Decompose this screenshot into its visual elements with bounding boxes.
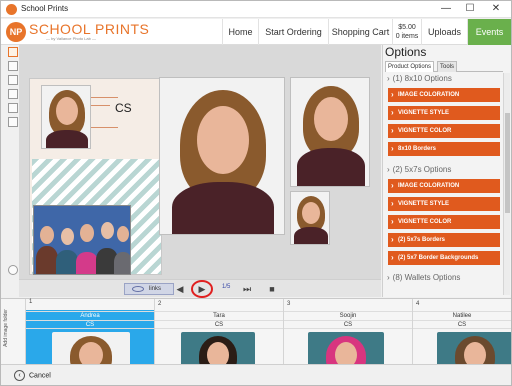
cart-amount: $5.00 [398,24,416,31]
crop-tool-icon[interactable] [8,75,18,85]
page-counter: 1/5 [222,284,231,290]
status-bar: ‹ Cancel [1,364,511,385]
student-card[interactable]: 3 Soojin CS [283,299,412,365]
student-number: 1 [26,299,155,310]
options-list: (1) 8x10 Options IMAGE COLORATION VIGNET… [385,73,502,295]
nav-start-ordering[interactable]: Start Ordering [258,19,328,45]
text-tool-icon[interactable] [8,89,18,99]
student-list: 1 Andrea CS 2 Tara CS 3 Soojin CS 4 Nati… [25,299,511,365]
portrait-5x7-top[interactable] [290,77,370,187]
option-vignette-color[interactable]: VIGNETTE COLOR [388,215,500,229]
option-image-coloration[interactable]: IMAGE COLORATION [388,179,500,193]
delete-tool-icon[interactable] [8,117,18,127]
student-card[interactable]: 4 Natilee CS [412,299,511,365]
scrollbar-thumb[interactable] [505,113,510,213]
links-toggle-button[interactable]: links [124,283,174,295]
student-code: CS [413,320,511,329]
cancel-label: Cancel [29,372,51,380]
stop-button[interactable]: ■ [265,282,279,296]
student-code: CS [155,320,283,329]
options-scrollbar[interactable] [503,73,510,295]
header: NP SCHOOL PRINTS — by Vallance Photo Lab… [1,19,511,45]
option-8x10-borders[interactable]: 8x10 Borders [388,142,500,156]
student-number: 2 [158,301,162,307]
design-canvas[interactable]: CS [19,45,381,279]
student-card[interactable]: 2 Tara CS [154,299,283,365]
student-number: 3 [287,301,291,307]
portrait-wallet[interactable] [290,191,330,245]
minimize-button[interactable]: — [435,2,457,16]
refresh-icon[interactable] [8,265,18,275]
student-code: CS [26,320,154,329]
print-sheet[interactable]: CS [29,78,162,275]
nav-shopping-cart[interactable]: Shopping Cart [328,19,392,45]
cancel-button[interactable]: ‹ Cancel [14,370,51,381]
brand-tagline: — by Vallance Photo Lab — [46,36,96,41]
title-bar: School Prints — ☐ ✕ [1,1,511,18]
decor-arrow [88,97,118,98]
options-title: Options [385,45,427,59]
close-button[interactable]: ✕ [485,2,507,16]
next-button[interactable]: ⏭ [240,282,254,296]
student-name: Tara [155,311,283,320]
previous-button[interactable]: ◀ [173,282,187,296]
logo[interactable]: NP SCHOOL PRINTS — by Vallance Photo Lab… [6,21,150,43]
portrait-8x10[interactable] [159,77,285,235]
eye-icon [132,286,144,292]
decor-arrow [88,105,110,106]
student-thumbnail[interactable] [437,332,511,365]
cart-summary[interactable]: $5.00 0 items [392,19,421,45]
options-panel: Options Product Options Tools (1) 8x10 O… [382,45,511,297]
app-icon [6,4,17,15]
option-vignette-style[interactable]: VIGNETTE STYLE [388,197,500,211]
window-title: School Prints [21,4,69,13]
option-vignette-style[interactable]: VIGNETTE STYLE [388,106,500,120]
cart-items: 0 items [395,33,419,40]
student-thumbnail[interactable] [308,332,384,365]
portrait-small[interactable] [41,85,91,149]
app-window: School Prints — ☐ ✕ NP SCHOOL PRINTS — b… [0,0,512,386]
student-card[interactable]: 1 Andrea CS [25,299,155,365]
add-image-folder-label[interactable]: Add image folder [3,309,9,347]
links-label: links [149,286,162,292]
section-5x7s-options[interactable]: (2) 5x7s Options [387,165,452,174]
student-code: CS [284,320,412,329]
student-name: Soojin [284,311,412,320]
option-5x7-border-backgrounds[interactable]: (2) 5x7 Border Backgrounds [388,251,500,265]
options-tabs: Product Options Tools [385,61,503,72]
nav-uploads[interactable]: Uploads [421,19,467,45]
student-thumbnail[interactable] [52,332,130,365]
nav-events[interactable]: Events [467,19,511,45]
student-strip: Add image folder 1 Andrea CS 2 Tara CS 3… [1,298,511,365]
decor-arrow [88,127,118,128]
logo-mark-icon: NP [6,22,26,42]
group-photo[interactable] [33,205,131,275]
student-name: Natilee [413,311,511,320]
sheet-label: CS [115,101,132,115]
move-tool-icon[interactable] [8,61,18,71]
section-wallets-options[interactable]: (8) Wallets Options [387,273,461,282]
left-toolbar [6,45,20,295]
tab-product-options[interactable]: Product Options [385,61,435,72]
option-5x7s-borders[interactable]: (2) 5x7s Borders [388,233,500,247]
nav-home[interactable]: Home [222,19,258,45]
option-vignette-color[interactable]: VIGNETTE COLOR [388,124,500,138]
maximize-button[interactable]: ☐ [459,2,481,16]
chevron-left-icon: ‹ [14,370,25,381]
section-8x10-options[interactable]: (1) 8x10 Options [387,74,452,83]
select-tool-icon[interactable] [8,47,18,57]
tab-tools[interactable]: Tools [437,61,458,72]
student-number: 4 [416,301,420,307]
layer-tool-icon[interactable] [8,103,18,113]
brand-name: SCHOOL PRINTS [29,21,150,37]
student-name: Andrea [26,311,154,320]
playback-bar: links ◀ ▶ 1/5 ⏭ ■ [19,279,381,298]
option-image-coloration[interactable]: IMAGE COLORATION [388,88,500,102]
student-thumbnail[interactable] [181,332,255,365]
play-button[interactable]: ▶ [195,282,209,296]
